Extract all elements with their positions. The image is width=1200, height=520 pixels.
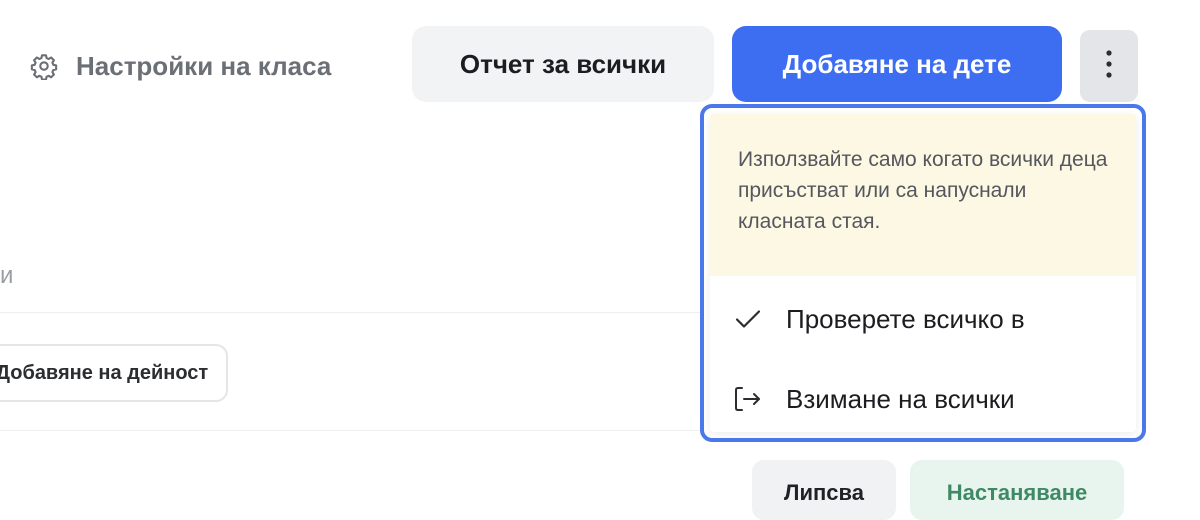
check-all-in-item[interactable]: Проверете всичко в	[710, 284, 1136, 354]
checkmark-icon	[732, 303, 764, 335]
kebab-vertical-icon	[1105, 49, 1113, 84]
menu-notice: Използвайте само когато всички деца прис…	[710, 114, 1136, 276]
more-options-menu: Използвайте само когато всички деца прис…	[700, 104, 1146, 442]
pick-up-all-item[interactable]: Взимане на всички	[710, 364, 1136, 432]
more-options-button[interactable]	[1080, 30, 1138, 102]
add-child-button[interactable]: Добавяне на дете	[732, 26, 1062, 102]
section-heading-fragment: и	[0, 262, 14, 289]
menu-panel: Използвайте само когато всички деца прис…	[710, 114, 1136, 432]
settling-status-button[interactable]: Настаняване	[910, 460, 1124, 520]
gear-icon	[30, 52, 58, 80]
class-settings-label: Настройки на класа	[76, 50, 332, 81]
divider	[0, 312, 700, 313]
check-all-in-label: Проверете всичко в	[786, 303, 1025, 334]
sign-out-icon	[732, 383, 764, 415]
class-settings-link[interactable]: Настройки на класа	[30, 40, 331, 92]
report-all-button[interactable]: Отчет за всички	[412, 26, 714, 102]
pick-up-all-label: Взимане на всички	[786, 383, 1015, 414]
add-activity-button[interactable]: Добавяне на дейност	[0, 344, 228, 402]
divider	[0, 430, 700, 431]
absent-status-button[interactable]: Липсва	[752, 460, 896, 520]
